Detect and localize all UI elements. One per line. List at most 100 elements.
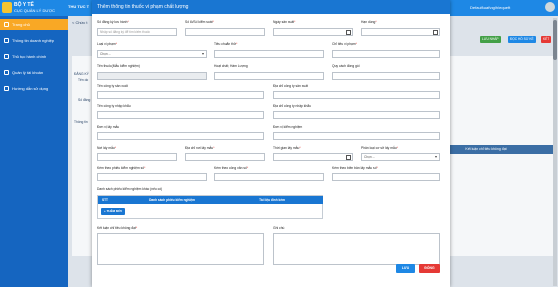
end-button[interactable]: KÉT bbox=[541, 36, 552, 43]
testing-unit-input[interactable] bbox=[273, 132, 440, 140]
logo-line2: CỤC QUẢN LÝ DƯỢC bbox=[14, 8, 56, 13]
test-standard-label: Tiêu chuẩn thử* bbox=[214, 42, 238, 46]
page-scrollbar[interactable] bbox=[553, 18, 557, 286]
official-letter-input[interactable] bbox=[214, 173, 324, 181]
official-letter-label: Kèm theo công văn số* bbox=[214, 166, 249, 170]
lot-number-label: Số lô/Số kiểm soát* bbox=[185, 20, 214, 24]
importer-input[interactable] bbox=[97, 111, 264, 119]
violation-type-label: Loại vi phạm* bbox=[97, 42, 117, 46]
manufacture-date-label: Ngày sản xuất* bbox=[273, 20, 296, 24]
scrollbar-thumb[interactable] bbox=[553, 20, 557, 60]
conclusion-textarea[interactable] bbox=[97, 233, 264, 265]
logo-emblem-icon bbox=[2, 2, 12, 13]
test-standard-input[interactable] bbox=[214, 50, 324, 58]
importer-address-input[interactable] bbox=[273, 111, 440, 119]
sampling-address-label: Địa chỉ nơi lấy mẫu* bbox=[185, 146, 215, 150]
sidebar-item-help[interactable]: Hướng dẫn sử dụng bbox=[0, 83, 68, 94]
manufacturer-label: Tên công ty sản xuất bbox=[97, 84, 128, 88]
modal-body: Số đăng ký lưu hành* Nhập số đăng ký để … bbox=[92, 14, 450, 287]
sidebar-item-label: Thủ tục hành chính bbox=[12, 54, 47, 59]
chevron-down-icon bbox=[202, 53, 204, 55]
help-icon bbox=[4, 86, 9, 91]
sidebar-item-label: Quản lý tài khoản bbox=[12, 70, 44, 75]
building-icon bbox=[4, 38, 9, 43]
manufacture-date-input[interactable] bbox=[273, 28, 353, 36]
column-header-attachments: Tài liệu đính kèm bbox=[259, 198, 285, 202]
conclusion-label: Kết luận chỉ tiêu không đạt* bbox=[97, 226, 138, 230]
manufacturer-address-input[interactable] bbox=[273, 91, 440, 99]
modal-title: Thêm thông tin thuốc vi phạm chất lượng bbox=[97, 4, 189, 10]
drug-name-label: Tên thuốc(Mẫu kiểm nghiệm) bbox=[97, 64, 140, 68]
sidebar-item-procedures[interactable]: Thủ tục hành chính bbox=[0, 51, 68, 62]
sidebar-item-label: Trang chủ bbox=[12, 22, 30, 27]
registration-number-input[interactable]: Nhập số đăng ký để tìm kiếm thuốc bbox=[97, 28, 177, 36]
facility-type-select[interactable]: Chọn ... bbox=[361, 153, 440, 161]
document-icon bbox=[4, 54, 9, 59]
add-drug-violation-modal: Thêm thông tin thuốc vi phạm chất lượng … bbox=[92, 0, 450, 287]
header-username[interactable]: Default\uat\nglh\equeft bbox=[470, 5, 510, 10]
facility-type-label: Phân loại cơ sở lấy mẫu* bbox=[361, 146, 398, 150]
sampling-time-input[interactable] bbox=[273, 153, 353, 161]
save-button[interactable]: LƯU bbox=[396, 264, 415, 273]
sidebar-item-home[interactable]: Trang chủ bbox=[0, 19, 68, 30]
packaging-label: Quy cách đóng gói bbox=[332, 64, 360, 68]
expiry-date-input[interactable] bbox=[361, 28, 440, 36]
background-label: Tên do bbox=[78, 78, 89, 82]
violation-criteria-input[interactable] bbox=[332, 50, 440, 58]
sampling-place-label: Nơi lấy mẫu* bbox=[97, 146, 117, 150]
sampling-unit-input[interactable] bbox=[97, 132, 264, 140]
other-reports-table: STT Danh sách phiếu kiểm nghiệm Tài liệu… bbox=[97, 195, 323, 219]
add-new-button[interactable]: + THÊM MỚI bbox=[101, 208, 125, 215]
violation-criteria-label: Chỉ tiêu vi phạm* bbox=[332, 42, 357, 46]
active-ingredient-label: Hoạt chất; Hàm Lượng bbox=[214, 64, 248, 68]
manufacturer-input[interactable] bbox=[97, 91, 264, 99]
calendar-icon[interactable] bbox=[346, 30, 351, 35]
note-label: Ghi chú bbox=[273, 226, 285, 230]
logo[interactable]: BỘ Y TẾ CỤC QUẢN LÝ DƯỢC bbox=[2, 1, 62, 15]
test-report-input[interactable] bbox=[97, 173, 207, 181]
sidebar-item-label: Thông tin doanh nghiệp bbox=[12, 38, 55, 43]
lot-number-input[interactable] bbox=[185, 28, 265, 36]
sampling-unit-label: Đơn vị lấy mẫu bbox=[97, 125, 120, 129]
other-reports-title: Danh sách phiếu kiểm nghiệm khác (nếu có… bbox=[97, 187, 163, 191]
chevron-down-icon bbox=[435, 156, 437, 158]
importer-label: Tên công ty nhập khẩu bbox=[97, 104, 131, 108]
column-header-stt: STT bbox=[101, 198, 109, 202]
calendar-icon[interactable] bbox=[433, 30, 438, 35]
column-header-reports: Danh sách phiếu kiểm nghiệm bbox=[149, 198, 195, 202]
background-label: Thông tin bbox=[74, 120, 88, 124]
test-report-label: Kèm theo phiếu kiểm nghiệm số* bbox=[97, 166, 146, 170]
registration-number-label: Số đăng ký lưu hành* bbox=[97, 20, 129, 24]
violation-type-select[interactable]: Chọn ... bbox=[97, 50, 207, 58]
packaging-input[interactable] bbox=[332, 72, 440, 80]
testing-unit-label: Đơn vị kiểm nghiệm bbox=[273, 125, 303, 129]
manufacturer-address-label: Địa chỉ công ty sản xuất bbox=[273, 84, 309, 88]
sampling-place-input[interactable] bbox=[97, 153, 177, 161]
background-label: ĐĂNG KÝ bbox=[74, 72, 89, 76]
close-button[interactable]: ĐÓNG bbox=[419, 264, 440, 273]
avatar[interactable] bbox=[545, 2, 555, 12]
save-draft-button[interactable]: LƯU NHÁP bbox=[480, 36, 501, 43]
importer-address-label: Địa chỉ công ty nhập khẩu bbox=[273, 104, 311, 108]
sampling-address-input[interactable] bbox=[185, 153, 265, 161]
drug-name-input bbox=[97, 72, 207, 80]
modal-header: Thêm thông tin thuốc vi phạm chất lượng bbox=[92, 0, 450, 14]
user-icon bbox=[4, 70, 9, 75]
active-ingredient-input[interactable] bbox=[214, 72, 324, 80]
header-tab[interactable]: THU TUC T bbox=[68, 4, 89, 9]
sidebar: Trang chủ Thông tin doanh nghiệp Thủ tục… bbox=[0, 16, 68, 287]
sidebar-item-account[interactable]: Quản lý tài khoản bbox=[0, 67, 68, 78]
note-textarea[interactable] bbox=[273, 233, 440, 265]
expiry-date-label: Hạn dùng* bbox=[361, 20, 377, 24]
sidebar-item-label: Hướng dẫn sử dụng bbox=[12, 86, 49, 91]
sampling-record-label: Kèm theo biên bản lấy mẫu số* bbox=[332, 166, 378, 170]
calendar-icon[interactable] bbox=[346, 155, 351, 160]
sampling-record-input[interactable] bbox=[332, 173, 440, 181]
sidebar-item-company[interactable]: Thông tin doanh nghiệp bbox=[0, 35, 68, 46]
table-header: STT Danh sách phiếu kiểm nghiệm Tài liệu… bbox=[98, 196, 323, 204]
background-tab[interactable]: < Chức t bbox=[72, 20, 87, 25]
sampling-time-label: Thời gian lấy mẫu* bbox=[273, 146, 301, 150]
read-file-button[interactable]: ĐỌC HỒ SƠ KÈ bbox=[508, 36, 536, 43]
home-icon bbox=[4, 22, 9, 27]
background-label: Số đăng bbox=[78, 98, 91, 102]
